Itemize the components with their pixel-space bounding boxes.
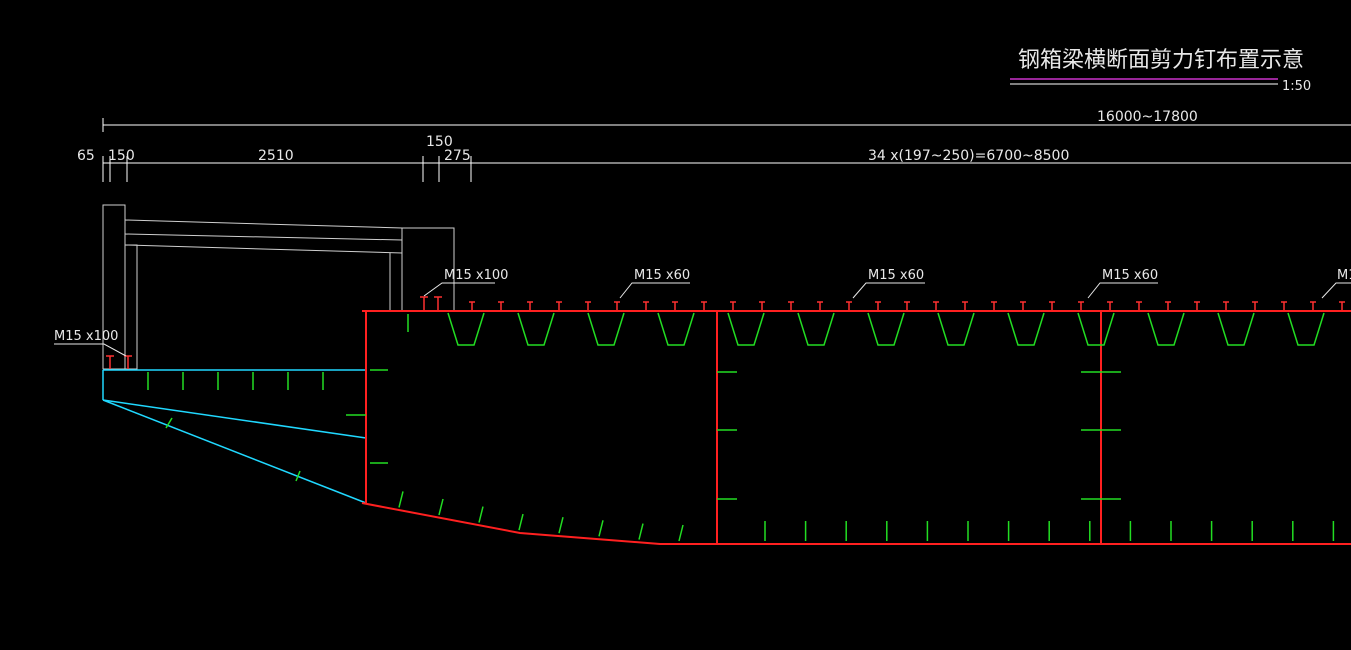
stud-label-cantilever: M15 x100 <box>54 329 118 344</box>
dim-2510: 2510 <box>258 148 294 164</box>
stud-label-top-d: M1 <box>1337 268 1351 283</box>
dim-overall: 16000~17800 <box>1097 109 1198 125</box>
bottom-stiffener <box>678 524 684 542</box>
bottom-stiffener <box>518 513 524 531</box>
u-rib <box>937 312 975 346</box>
u-rib <box>587 312 625 346</box>
shear-stud-row <box>420 296 1345 310</box>
u-rib-row <box>447 312 1325 346</box>
bottom-stiffener <box>478 506 484 523</box>
u-rib <box>1007 312 1045 346</box>
stud-label-top-b: M15 x60 <box>868 268 924 283</box>
scale-label: 1:50 <box>1282 79 1311 94</box>
stud-label-top-a: M15 x60 <box>634 268 690 283</box>
u-rib <box>1287 312 1325 346</box>
dim-65: 65 <box>77 148 95 164</box>
cantilever-studs <box>106 355 132 369</box>
stiffener-group <box>147 314 1335 542</box>
stud-label-leaders <box>54 282 1351 357</box>
u-rib <box>1147 312 1185 346</box>
dim-275: 275 <box>444 148 471 164</box>
box-girder <box>361 310 1351 545</box>
cantilever-bracket <box>102 369 367 504</box>
u-rib <box>447 312 485 346</box>
dim-150-left: 150 <box>108 148 135 164</box>
bottom-stiffener <box>438 498 444 516</box>
drawing-title: 钢箱梁横断面剪力钉布置示意 <box>1018 48 1304 73</box>
u-rib <box>1077 312 1115 346</box>
u-rib <box>797 312 835 346</box>
concrete-barrier <box>102 204 455 370</box>
stud-label-top-left: M15 x100 <box>444 268 508 283</box>
u-rib <box>517 312 555 346</box>
stud-label-top-c: M15 x60 <box>1102 268 1158 283</box>
bottom-stiffener <box>398 491 404 508</box>
cross-section-drawing: 钢箱梁横断面剪力钉布置示意 1:50 16000~17800 65 150 25… <box>54 48 1351 545</box>
u-rib <box>1217 312 1255 346</box>
bottom-stiffener <box>558 517 564 534</box>
bottom-stiffener <box>638 523 644 540</box>
dim-stud-spacing: 34 x(197~250)=6700~8500 <box>868 148 1069 164</box>
u-rib <box>657 312 695 346</box>
u-rib <box>727 312 765 346</box>
bottom-stiffener <box>598 520 604 537</box>
u-rib <box>867 312 905 346</box>
